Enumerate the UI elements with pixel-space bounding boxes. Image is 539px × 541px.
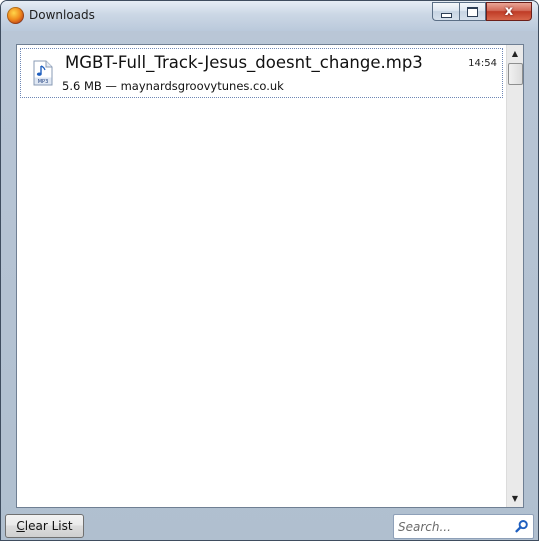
window-controls: x (432, 2, 532, 22)
scroll-up-icon: ▲ (511, 49, 519, 58)
clear-list-button[interactable]: Clear List (5, 514, 84, 538)
scroll-up-button[interactable]: ▲ (507, 45, 523, 62)
clear-list-label: lear List (24, 519, 73, 533)
downloads-list-panel: MP3 MGBT-Full_Track-Jesus_doesnt_change.… (16, 44, 524, 508)
download-status: 5.6 MB — maynardsgroovytunes.co.uk (62, 79, 284, 93)
firefox-icon (7, 7, 24, 24)
file-type-label: MP3 (38, 79, 49, 85)
scrollbar-thumb[interactable] (508, 63, 523, 85)
search-box[interactable] (393, 514, 534, 539)
close-button[interactable]: x (486, 2, 532, 21)
mp3-file-icon: MP3 (33, 60, 53, 86)
downloads-window: Downloads x MP3 MGBT-Full_Track-Jesus_do… (0, 0, 539, 541)
vertical-scrollbar[interactable]: ▲ ▼ (506, 45, 523, 507)
bottom-bar: Clear List (1, 508, 538, 540)
download-item[interactable]: MP3 MGBT-Full_Track-Jesus_doesnt_change.… (20, 48, 503, 98)
minimize-icon (440, 12, 452, 18)
downloads-list[interactable]: MP3 MGBT-Full_Track-Jesus_doesnt_change.… (17, 45, 506, 507)
clear-list-accelerator: C (16, 519, 25, 533)
scroll-down-icon: ▼ (511, 494, 519, 503)
download-time: 14:54 (468, 58, 497, 69)
maximize-icon (467, 6, 478, 17)
close-icon: x (504, 4, 514, 19)
search-icon[interactable] (515, 519, 529, 533)
search-input[interactable] (394, 515, 510, 538)
maximize-button[interactable] (459, 2, 486, 21)
window-title: Downloads (29, 8, 95, 22)
minimize-button[interactable] (432, 2, 459, 21)
download-filename: MGBT-Full_Track-Jesus_doesnt_change.mp3 (65, 53, 423, 72)
title-bar[interactable]: Downloads x (1, 1, 538, 31)
scroll-down-button[interactable]: ▼ (507, 490, 523, 507)
